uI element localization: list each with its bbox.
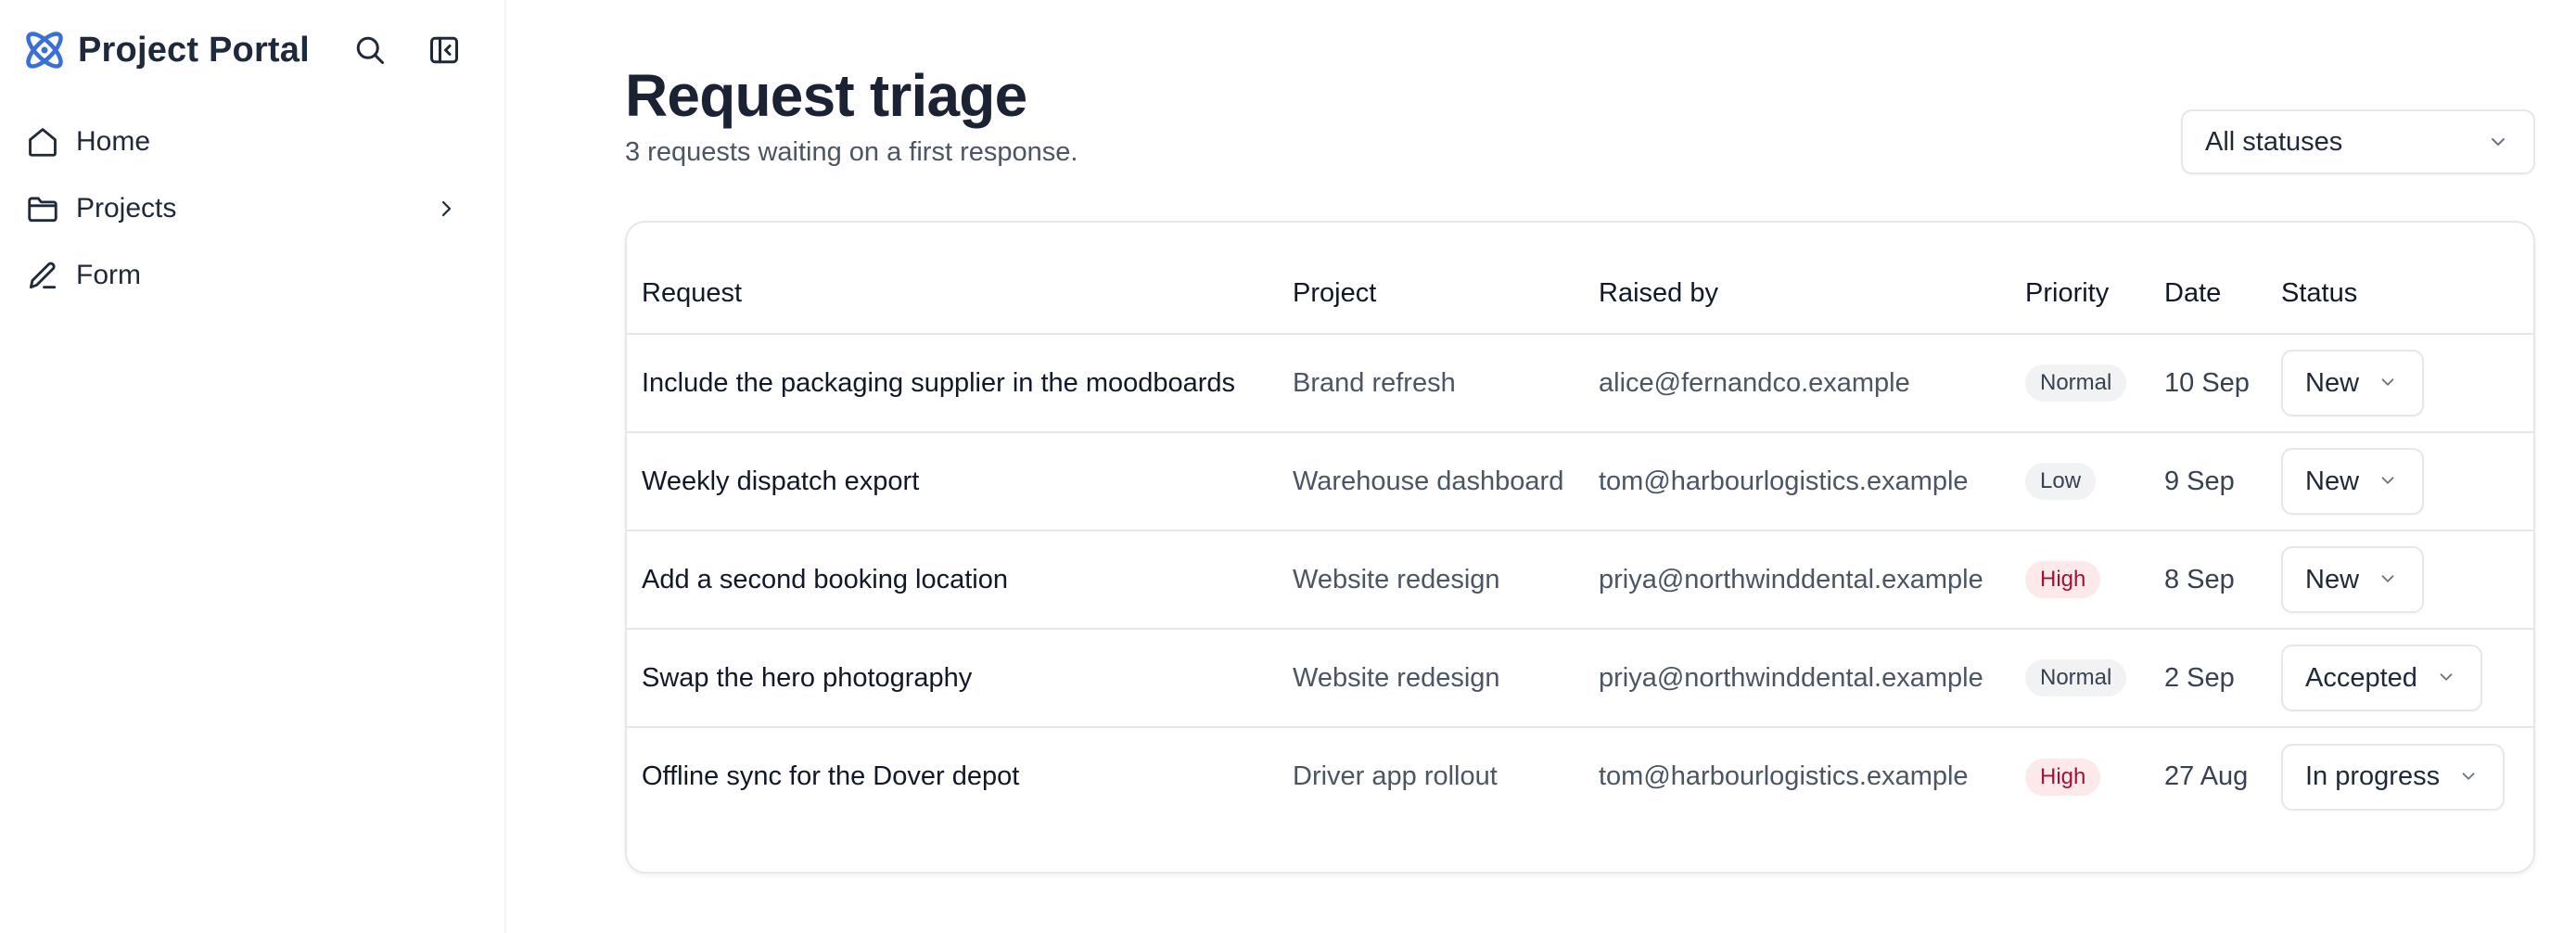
page-title: Request triage — [625, 62, 1027, 129]
sidebar-header: Project Portal — [20, 24, 484, 76]
app-name: Project Portal — [78, 30, 310, 70]
chevron-down-icon — [2436, 667, 2458, 689]
column-header-date[interactable]: Date — [2149, 278, 2266, 335]
chevron-right-icon[interactable] — [432, 195, 460, 223]
priority-cell: High — [2010, 727, 2149, 825]
priority-badge: Low — [2025, 463, 2097, 500]
atom-logo-icon — [20, 26, 69, 74]
home-icon — [24, 123, 61, 160]
chevron-down-icon — [2487, 131, 2509, 153]
status-value: Accepted — [2305, 662, 2417, 693]
status-value: New — [2305, 466, 2360, 496]
column-header-raised-by[interactable]: Raised by — [1584, 278, 2010, 335]
request-date: 2 Sep — [2149, 629, 2266, 728]
table-row[interactable]: Weekly dispatch export Warehouse dashboa… — [627, 432, 2533, 531]
page-heading-group: Request triage 3 requests waiting on a f… — [625, 63, 1078, 168]
sidebar-item-label: Form — [76, 260, 141, 290]
table-row[interactable]: Offline sync for the Dover depot Driver … — [627, 727, 2533, 825]
priority-cell: Low — [2010, 432, 2149, 531]
chevron-down-icon — [2378, 372, 2400, 394]
status-cell: Accepted — [2266, 629, 2533, 728]
status-cell: New — [2266, 530, 2533, 630]
sidebar-item-home[interactable]: Home — [20, 111, 484, 173]
table-row[interactable]: Include the packaging supplier in the mo… — [627, 334, 2533, 433]
requests-table-card: Request Project Raised by Priority Date … — [625, 221, 2535, 874]
priority-badge: Normal — [2025, 659, 2127, 697]
sidebar: Project Portal Home Projects Form — [0, 0, 506, 933]
brand[interactable]: Project Portal — [20, 26, 310, 74]
sidebar-item-form[interactable]: Form — [20, 245, 484, 306]
page-header: Request triage 3 requests waiting on a f… — [625, 63, 2535, 174]
pen-icon — [24, 257, 61, 294]
status-select[interactable]: In progress — [2281, 743, 2506, 811]
request-date: 10 Sep — [2149, 334, 2266, 433]
raised-by-email: priya@northwinddental.example — [1584, 629, 2010, 728]
status-select[interactable]: Accepted — [2281, 645, 2482, 711]
request-date: 8 Sep — [2149, 530, 2266, 630]
priority-cell: Normal — [2010, 629, 2149, 728]
status-select[interactable]: New — [2281, 546, 2425, 613]
status-select[interactable]: New — [2281, 448, 2425, 515]
column-header-status[interactable]: Status — [2266, 278, 2533, 335]
project-name: Brand refresh — [1278, 334, 1584, 433]
raised-by-email: priya@northwinddental.example — [1584, 530, 2010, 630]
chevron-down-icon — [2378, 569, 2400, 591]
status-cell: In progress — [2266, 727, 2533, 825]
request-date: 27 Aug — [2164, 761, 2249, 791]
sidebar-item-label: Home — [76, 126, 151, 157]
priority-cell: Normal — [2010, 334, 2149, 433]
priority-cell: High — [2010, 530, 2149, 630]
chevron-down-icon — [2458, 766, 2480, 788]
header-actions — [351, 31, 464, 70]
status-filter-value: All statuses — [2205, 126, 2343, 157]
project-name: Website redesign — [1278, 629, 1584, 728]
status-cell: New — [2266, 334, 2533, 433]
main-content: Request triage 3 requests waiting on a f… — [506, 0, 2576, 933]
collapse-sidebar-icon[interactable] — [425, 31, 464, 70]
request-title[interactable]: Offline sync for the Dover depot — [627, 727, 1278, 825]
table-row[interactable]: Swap the hero photography Website redesi… — [627, 629, 2533, 728]
chevron-down-icon — [2378, 470, 2400, 492]
status-select[interactable]: New — [2281, 350, 2425, 416]
priority-badge: High — [2025, 561, 2101, 598]
column-header-priority[interactable]: Priority — [2010, 278, 2149, 335]
priority-badge: Normal — [2025, 364, 2127, 402]
project-name: Website redesign — [1278, 530, 1584, 630]
column-header-request[interactable]: Request — [627, 278, 1278, 335]
raised-by-email: tom@harbourlogistics.example — [1584, 432, 2010, 531]
status-value: In progress — [2305, 761, 2441, 791]
request-title[interactable]: Include the packaging supplier in the mo… — [627, 334, 1278, 433]
request-title[interactable]: Add a second booking location — [627, 530, 1278, 630]
project-name: Warehouse dashboard — [1278, 432, 1584, 531]
request-title[interactable]: Swap the hero photography — [627, 629, 1278, 728]
raised-by-email: tom@harbourlogistics.example — [1599, 761, 1969, 791]
status-filter-select[interactable]: All statuses — [2181, 109, 2535, 174]
app-root: Project Portal Home Projects Form Reques… — [0, 0, 2576, 933]
request-title[interactable]: Weekly dispatch export — [627, 432, 1278, 531]
request-date: 9 Sep — [2149, 432, 2266, 531]
table-header-row: Request Project Raised by Priority Date … — [627, 278, 2533, 335]
project-name: Driver app rollout — [1293, 761, 1498, 791]
sidebar-nav: Home Projects Form — [20, 111, 484, 306]
search-icon[interactable] — [351, 31, 389, 70]
raised-by-email: alice@fernandco.example — [1584, 334, 2010, 433]
status-value: New — [2305, 367, 2360, 398]
page-subtitle: 3 requests waiting on a first response. — [625, 137, 1078, 168]
table-row[interactable]: Add a second booking location Website re… — [627, 530, 2533, 630]
status-cell: New — [2266, 432, 2533, 531]
folder-icon — [24, 190, 61, 227]
column-header-project[interactable]: Project — [1278, 278, 1584, 335]
requests-table: Request Project Raised by Priority Date … — [627, 278, 2533, 825]
priority-badge: High — [2025, 758, 2101, 796]
sidebar-item-label: Projects — [76, 193, 177, 224]
status-value: New — [2305, 564, 2360, 594]
sidebar-item-projects[interactable]: Projects — [20, 178, 484, 239]
